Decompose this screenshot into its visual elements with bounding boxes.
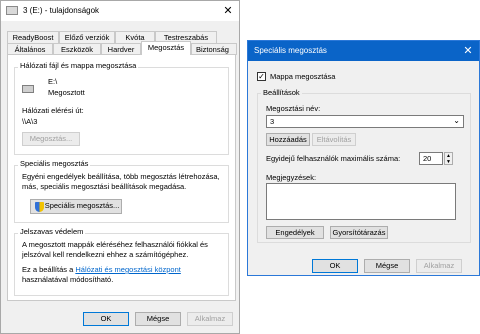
tab-readyboost[interactable]: ReadyBoost	[7, 31, 59, 43]
cancel-button[interactable]: Mégse	[135, 312, 181, 326]
window-title: 3 (E:) - tulajdonságok	[23, 6, 100, 15]
share-name-value: 3	[270, 117, 275, 126]
share-name-label: Megosztási név:	[266, 104, 321, 113]
shield-icon	[35, 202, 44, 212]
user-limit-label: Egyidejű felhasználók maximális száma:	[266, 154, 401, 163]
advanced-sharing-button-label: Speciális megosztás...	[44, 201, 120, 210]
password-protection-description: A megosztott mappák eléréséhez felhaszná…	[22, 240, 208, 259]
sharing-panel: Hálózati fájl és mappa megosztása E:\ Me…	[7, 54, 236, 301]
share-folder-checkbox[interactable]: ✓	[257, 72, 266, 81]
user-limit-value: 20	[423, 154, 432, 163]
dialog-cancel-button[interactable]: Mégse	[364, 259, 410, 273]
chevron-down-icon: ⌄	[453, 116, 460, 125]
dialog-title: Speciális megosztás	[254, 46, 327, 55]
add-button[interactable]: Hozzáadás	[266, 133, 310, 146]
network-path-label: Hálózati elérési út:	[22, 106, 84, 115]
caching-button[interactable]: Gyorsítótárazás	[330, 226, 388, 239]
comments-textarea[interactable]	[266, 183, 456, 220]
comments-label: Megjegyzések:	[266, 173, 317, 182]
drive-letter: E:\	[48, 77, 58, 86]
network-drive-icon	[22, 85, 34, 93]
share-folder-label: Mappa megosztása	[270, 72, 336, 81]
close-icon[interactable]: ✕	[457, 41, 479, 61]
advanced-sharing-dialog: Speciális megosztás ✕ ✓ Mappa megosztása…	[247, 40, 480, 276]
share-button[interactable]: Megosztás...	[22, 132, 80, 146]
settings-legend: Beállítások	[261, 88, 302, 97]
remove-button[interactable]: Eltávolítás	[312, 133, 356, 146]
user-limit-spinner[interactable]: ▲ ▼	[444, 152, 453, 165]
drive-icon	[6, 6, 18, 15]
spin-down-icon: ▼	[446, 159, 451, 165]
ok-button[interactable]: OK	[83, 312, 129, 326]
advanced-sharing-description: Egyéni engedélyek beállítása, több megos…	[22, 172, 220, 191]
dialog-apply-button[interactable]: Alkalmaz	[416, 259, 462, 273]
password-protection-note: Ez a beállítás a Hálózati és megosztási …	[22, 265, 222, 285]
properties-window: 3 (E:) - tulajdonságok ✕ ReadyBoost Előz…	[0, 0, 240, 334]
dialog-title-bar[interactable]: Speciális megosztás ✕	[248, 41, 479, 61]
permissions-button[interactable]: Engedélyek	[266, 226, 324, 239]
user-limit-input[interactable]: 20	[419, 152, 443, 165]
link-prefix: Ez a beállítás a	[22, 265, 74, 274]
link-suffix: használatával módosítható.	[22, 275, 114, 284]
share-status: Megosztott	[48, 88, 85, 97]
share-name-select[interactable]: 3 ⌄	[266, 115, 464, 128]
tab-sharing[interactable]: Megosztás	[141, 41, 191, 55]
network-center-link[interactable]: Hálózati és megosztási központ	[75, 265, 180, 274]
tab-previous-versions[interactable]: Előző verziók	[59, 31, 115, 43]
apply-button[interactable]: Alkalmaz	[187, 312, 233, 326]
network-sharing-legend: Hálózati fájl és mappa megosztása	[18, 61, 139, 70]
close-icon[interactable]: ✕	[217, 1, 239, 21]
dialog-ok-button[interactable]: OK	[312, 259, 358, 273]
advanced-sharing-legend: Speciális megosztás	[18, 159, 91, 168]
advanced-sharing-button[interactable]: Speciális megosztás...	[30, 199, 122, 214]
title-bar[interactable]: 3 (E:) - tulajdonságok ✕	[1, 1, 239, 21]
network-path-value: \\A\3	[22, 117, 38, 126]
password-protection-legend: Jelszavas védelem	[18, 227, 86, 236]
